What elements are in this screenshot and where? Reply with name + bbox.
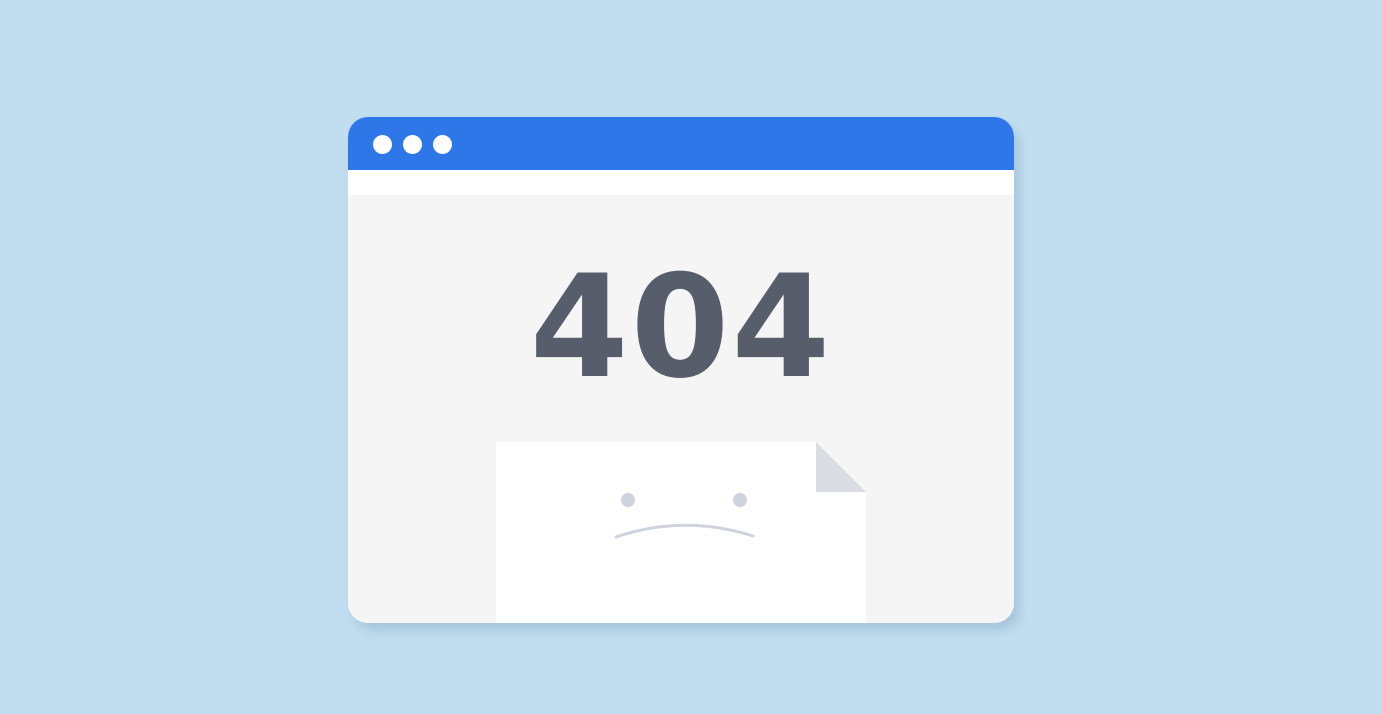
browser-window: 404 — [348, 117, 1014, 623]
window-dot-3[interactable] — [433, 135, 452, 154]
right-eye — [733, 493, 747, 507]
error-code-heading: 404 — [529, 245, 833, 410]
window-dot-1[interactable] — [373, 135, 392, 154]
page-content: 404 — [348, 195, 1014, 623]
document-sheet — [496, 442, 866, 623]
address-bar — [348, 170, 1014, 195]
left-eye — [621, 493, 635, 507]
window-dot-2[interactable] — [403, 135, 422, 154]
sad-document-icon — [496, 442, 866, 623]
document-fold-corner — [816, 442, 866, 492]
title-bar — [348, 117, 1014, 170]
